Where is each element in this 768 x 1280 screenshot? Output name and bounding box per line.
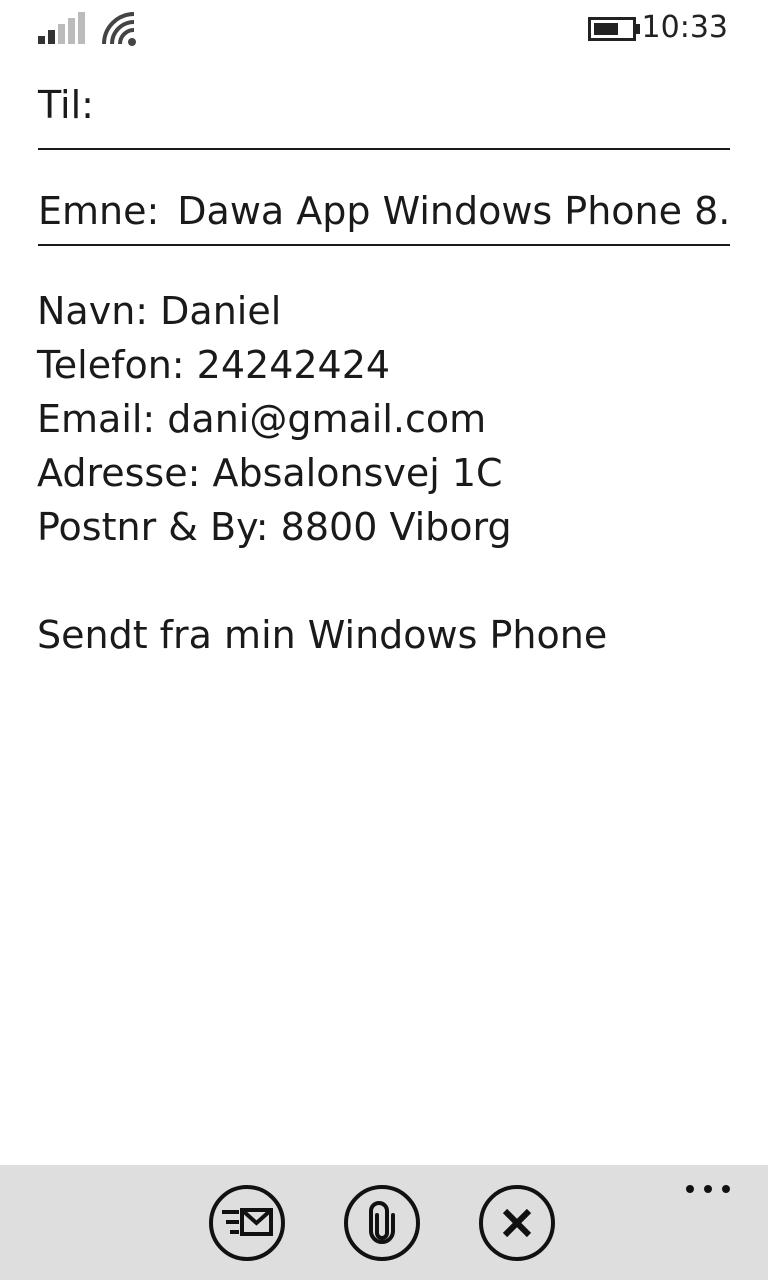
body-line-postcode-city: Postnr & By: 8800 Viborg <box>37 505 512 549</box>
paperclip-icon <box>369 1201 395 1244</box>
app-bar <box>0 1165 768 1280</box>
subject-label: Emne: <box>38 189 160 233</box>
subject-field[interactable]: Emne: Dawa App Windows Phone 8.1 <box>38 180 730 246</box>
body-line-blank <box>37 554 737 608</box>
more-dot <box>722 1185 730 1193</box>
attach-button[interactable] <box>344 1185 420 1261</box>
send-icon <box>222 1208 273 1236</box>
body-line-phone: Telefon: 24242424 <box>37 343 391 387</box>
more-dot <box>686 1185 694 1193</box>
wifi-icon <box>102 12 136 46</box>
to-label: Til: <box>38 83 94 127</box>
body-line-email: Email: dani@gmail.com <box>37 397 487 441</box>
body-line-name: Navn: Daniel <box>37 289 282 333</box>
message-body[interactable]: Navn: Daniel Telefon: 24242424 Email: da… <box>37 284 737 662</box>
subject-input[interactable]: Dawa App Windows Phone 8.1 <box>159 188 730 244</box>
more-dot <box>704 1185 712 1193</box>
email-compose-screen: 10:33 Til: Emne: Dawa App Windows Phone … <box>0 0 768 1280</box>
signal-strength-icon <box>38 12 85 44</box>
close-icon <box>502 1208 532 1238</box>
more-options-button[interactable] <box>686 1177 730 1201</box>
to-input[interactable] <box>94 138 112 148</box>
battery-icon <box>588 17 640 41</box>
body-line-address: Adresse: Absalonsvej 1C <box>37 451 503 495</box>
clock: 10:33 <box>641 10 728 45</box>
status-bar: 10:33 <box>0 0 768 58</box>
send-button[interactable] <box>209 1185 285 1261</box>
body-line-signature: Sendt fra min Windows Phone <box>37 613 608 657</box>
to-field[interactable]: Til: <box>38 83 730 150</box>
cancel-button[interactable] <box>479 1185 555 1261</box>
